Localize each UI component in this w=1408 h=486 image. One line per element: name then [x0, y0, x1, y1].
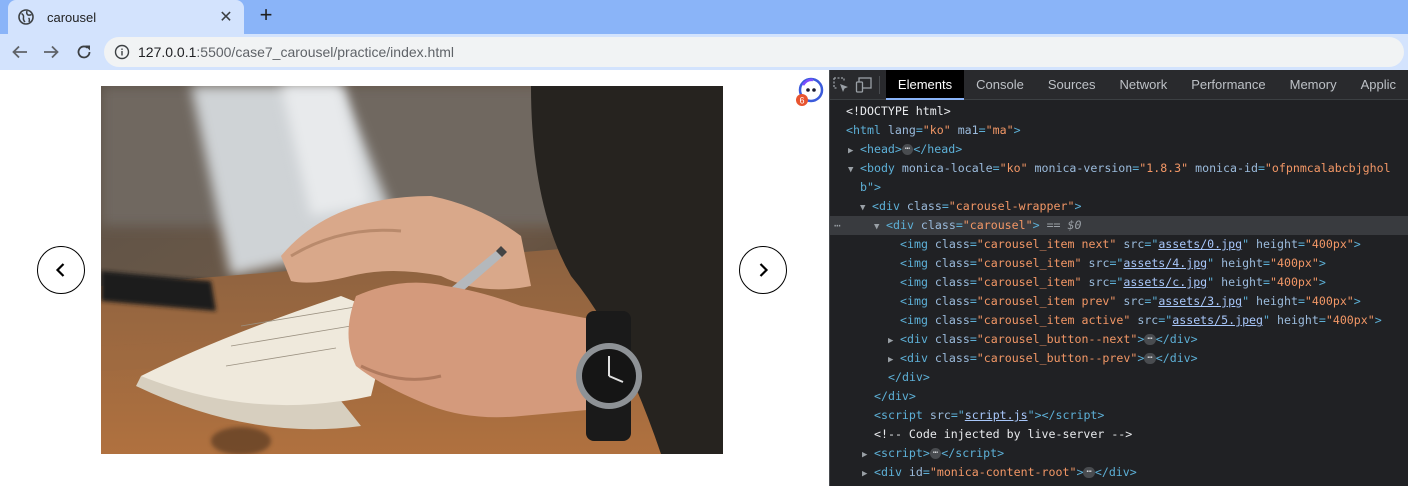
dom-node-script[interactable]: ▶ <script> ⋯ </script> — [830, 444, 1408, 463]
carousel-next-button[interactable] — [739, 246, 787, 294]
new-tab-button[interactable]: + — [255, 4, 277, 27]
browser-tab[interactable]: carousel ✕ — [8, 0, 244, 34]
address-bar[interactable]: 127.0.0.1:5500/case7_carousel/practice/i… — [104, 37, 1404, 67]
tab-performance[interactable]: Performance — [1179, 70, 1277, 100]
browser-tab-bar: carousel ✕ + — [0, 0, 1408, 34]
dom-tree: <!DOCTYPE html> <html lang="ko" ma1="ma"… — [830, 100, 1408, 482]
toolbar-divider — [879, 75, 880, 94]
chevron-left-icon — [55, 263, 65, 277]
dom-node-comment[interactable]: <!-- Code injected by live-server --> — [830, 425, 1408, 444]
tab-sources[interactable]: Sources — [1036, 70, 1108, 100]
ellipsis-badge[interactable]: ⋯ — [901, 144, 914, 155]
monica-badge-count: 6 — [799, 96, 804, 106]
devtools-tab-bar: Elements Console Sources Network Perform… — [830, 69, 1408, 100]
dom-node-close-div[interactable]: </div> — [830, 387, 1408, 406]
carousel-active-image — [101, 86, 723, 454]
tab-memory[interactable]: Memory — [1278, 70, 1349, 100]
inspect-cursor-icon — [833, 76, 849, 92]
writing-photo-image — [101, 86, 723, 454]
dom-node-monica-root[interactable]: ▶ <div id="monica-content-root"> ⋯ </div> — [830, 463, 1408, 482]
tab-close-icon[interactable]: ✕ — [218, 7, 234, 27]
tab-console[interactable]: Console — [964, 70, 1036, 100]
reload-icon — [77, 45, 91, 59]
dom-node-body-wrap: b"> — [860, 180, 881, 194]
globe-icon — [18, 9, 34, 25]
dom-node-button-next[interactable]: ▶ <div class="carousel_button--next"> ⋯ </d… — [830, 330, 1408, 349]
dom-node-img[interactable]: <img class="carousel_item" src="assets/4… — [830, 254, 1408, 273]
url-host: 127.0.0.1 — [138, 44, 197, 60]
dom-node-button-prev[interactable]: ▶ <div class="carousel_button--prev"> ⋯ </d… — [830, 349, 1408, 368]
chevron-right-icon — [759, 263, 769, 277]
tab-title: carousel — [47, 9, 97, 25]
back-button[interactable] — [10, 42, 30, 62]
reload-button[interactable] — [74, 42, 94, 62]
devtools-panel: Elements Console Sources Network Perform… — [829, 69, 1408, 486]
ellipsis-badge[interactable]: ⋯ — [929, 448, 942, 459]
url-text: 127.0.0.1:5500/case7_carousel/practice/i… — [138, 44, 454, 60]
expand-triangle-icon[interactable]: ▶ — [862, 465, 874, 484]
dom-node-img[interactable]: <img class="carousel_item" src="assets/c… — [830, 273, 1408, 292]
forward-arrow-icon — [44, 45, 59, 59]
monica-icon: 6 — [796, 77, 824, 106]
tab-elements[interactable]: Elements — [885, 69, 965, 100]
back-arrow-icon — [12, 45, 27, 59]
selected-marker: == $0 — [1046, 218, 1082, 232]
dom-node-carousel-selected[interactable]: ⋯ ▼ <div class="carousel"> == $0 — [830, 216, 1408, 235]
browser-toolbar: 127.0.0.1:5500/case7_carousel/practice/i… — [0, 34, 1408, 70]
tab-application[interactable]: Applic — [1349, 70, 1408, 100]
dom-node-body[interactable]: ▼ <body monica-locale="ko" monica-version… — [830, 159, 1408, 178]
element-picker-button[interactable] — [830, 70, 853, 100]
monica-extension-button[interactable]: 6 — [795, 76, 825, 106]
dom-node-html[interactable]: <html lang="ko" ma1="ma"> — [830, 121, 1408, 140]
ellipsis-badge[interactable]: ⋯ — [1144, 353, 1156, 364]
dom-node-head[interactable]: ▶ <head> ⋯ </head> — [830, 140, 1408, 159]
forward-button[interactable] — [41, 42, 61, 62]
tab-network[interactable]: Network — [1108, 70, 1180, 100]
dom-node-script[interactable]: <script src="script.js"></script> — [830, 406, 1408, 425]
dom-node-close-div[interactable]: </div> — [830, 368, 1408, 387]
more-options-icon[interactable]: ⋯ — [834, 216, 841, 235]
ellipsis-badge[interactable]: ⋯ — [1083, 467, 1095, 478]
device-mode-icon — [855, 76, 872, 93]
carousel-prev-button[interactable] — [37, 246, 85, 294]
dom-node-img[interactable]: <img class="carousel_item prev" src="ass… — [830, 292, 1408, 311]
device-toolbar-button[interactable] — [853, 70, 876, 100]
info-icon[interactable] — [114, 44, 130, 60]
ellipsis-badge[interactable]: ⋯ — [1144, 334, 1156, 345]
dom-node-carousel-wrapper[interactable]: ▼ <div class="carousel-wrapper"> — [830, 197, 1408, 216]
dom-node-img[interactable]: <img class="carousel_item next" src="ass… — [830, 235, 1408, 254]
dom-node-img[interactable]: <img class="carousel_item active" src="a… — [830, 311, 1408, 330]
page-content: 6 — [0, 70, 829, 486]
dom-node-doctype[interactable]: <!DOCTYPE html> — [830, 102, 1408, 121]
url-path: :5500/case7_carousel/practice/index.html — [196, 44, 454, 60]
